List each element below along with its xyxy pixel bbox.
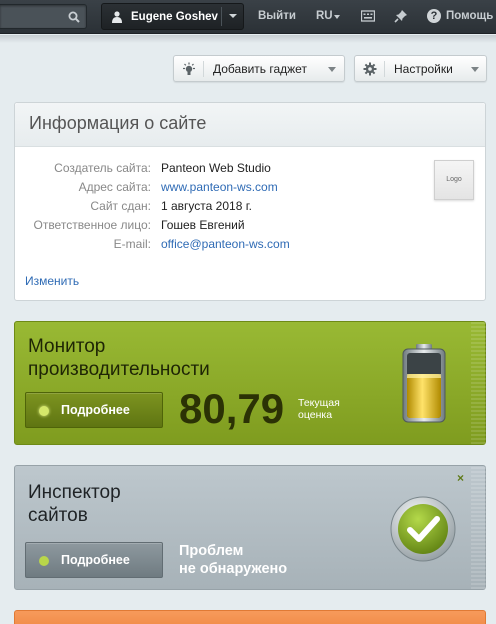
pin-icon[interactable] bbox=[394, 9, 408, 23]
score-caption-line2: оценка bbox=[298, 409, 333, 421]
settings-button[interactable]: Настройки bbox=[354, 55, 487, 82]
responsible-label: Ответственное лицо: bbox=[33, 218, 151, 232]
score-caption-line1: Текущая bbox=[298, 397, 340, 409]
email-link[interactable]: office@panteon-ws.com bbox=[161, 237, 290, 251]
chevron-down-icon bbox=[328, 67, 336, 72]
button-divider bbox=[384, 61, 385, 77]
language-selector[interactable]: RU bbox=[316, 10, 333, 22]
inspector-details-button[interactable]: Подробнее bbox=[25, 542, 163, 578]
help-icon[interactable]: ? bbox=[427, 9, 441, 23]
site-info-title: Информация о сайте bbox=[29, 113, 207, 133]
site-info-gadget: Информация о сайте Создатель сайта: Pant… bbox=[14, 102, 486, 301]
drag-handle-stripe[interactable] bbox=[471, 466, 486, 589]
delivery-date-label: Сайт сдан: bbox=[90, 199, 151, 213]
performance-details-button[interactable]: Подробнее bbox=[25, 392, 163, 428]
creator-label: Создатель сайта: bbox=[54, 161, 151, 175]
help-link[interactable]: Помощь bbox=[446, 10, 493, 22]
user-menu[interactable]: Eugene Goshev bbox=[101, 3, 244, 30]
next-gadget-card bbox=[14, 610, 486, 624]
site-address-label: Адрес сайта: bbox=[78, 180, 151, 194]
status-dot-icon bbox=[39, 406, 49, 416]
edit-link[interactable]: Изменить bbox=[25, 274, 79, 288]
battery-icon bbox=[402, 344, 446, 423]
close-icon[interactable]: × bbox=[457, 471, 464, 485]
inspector-title-line2: сайтов bbox=[28, 505, 88, 526]
performance-title: Монитор производительности bbox=[28, 335, 210, 381]
score-caption: Текущая оценка bbox=[298, 397, 340, 421]
add-gadget-button[interactable]: Добавить гаджет bbox=[173, 55, 345, 82]
performance-monitor-gadget: Монитор производительности Подробнее 80,… bbox=[14, 321, 486, 445]
inspector-status-line2: не обнаружено bbox=[179, 561, 288, 577]
status-dot-icon bbox=[39, 556, 49, 566]
delivery-date-value: 1 августа 2018 г. bbox=[161, 199, 252, 213]
inspector-details-label: Подробнее bbox=[61, 553, 130, 567]
search-box[interactable] bbox=[0, 4, 87, 29]
button-divider bbox=[203, 61, 204, 77]
header-shadow bbox=[0, 35, 496, 43]
user-menu-divider bbox=[221, 7, 222, 26]
user-icon bbox=[112, 11, 122, 23]
creator-value: Panteon Web Studio bbox=[161, 161, 271, 175]
lightbulb-icon bbox=[183, 62, 195, 75]
search-icon[interactable] bbox=[68, 11, 80, 23]
inspector-status-line1: Проблем bbox=[179, 543, 244, 559]
settings-label: Настройки bbox=[394, 62, 453, 76]
responsible-value: Гошев Евгений bbox=[161, 218, 245, 232]
top-admin-bar: Eugene Goshev Выйти RU ? Помощь bbox=[0, 0, 496, 34]
site-inspector-gadget: × Инспектор сайтов Подробнее Проблем не … bbox=[14, 465, 486, 590]
email-label: E-mail: bbox=[113, 237, 151, 251]
add-gadget-label: Добавить гаджет bbox=[213, 62, 307, 76]
user-name[interactable]: Eugene Goshev bbox=[131, 11, 218, 23]
site-info-header: Информация о сайте bbox=[15, 103, 485, 147]
site-address-link[interactable]: www.panteon-ws.com bbox=[161, 180, 278, 194]
inspector-status: Проблем не обнаружено bbox=[179, 542, 287, 578]
checkmark-icon bbox=[390, 496, 456, 562]
chevron-down-icon[interactable] bbox=[226, 9, 240, 23]
performance-score: 80,79 bbox=[179, 385, 285, 432]
keyboard-icon[interactable] bbox=[361, 9, 375, 23]
inspector-title: Инспектор сайтов bbox=[28, 481, 121, 527]
performance-details-label: Подробнее bbox=[61, 403, 130, 417]
performance-title-line2: производительности bbox=[28, 359, 210, 380]
chevron-down-icon bbox=[471, 67, 479, 72]
logout-link[interactable]: Выйти bbox=[258, 10, 296, 22]
inspector-title-line1: Инспектор bbox=[28, 482, 121, 503]
site-logo: Logo bbox=[434, 160, 474, 200]
language-caret-icon[interactable] bbox=[334, 15, 340, 19]
gear-icon bbox=[363, 62, 377, 76]
performance-title-line1: Монитор bbox=[28, 336, 106, 357]
drag-handle-stripe[interactable] bbox=[471, 322, 486, 444]
